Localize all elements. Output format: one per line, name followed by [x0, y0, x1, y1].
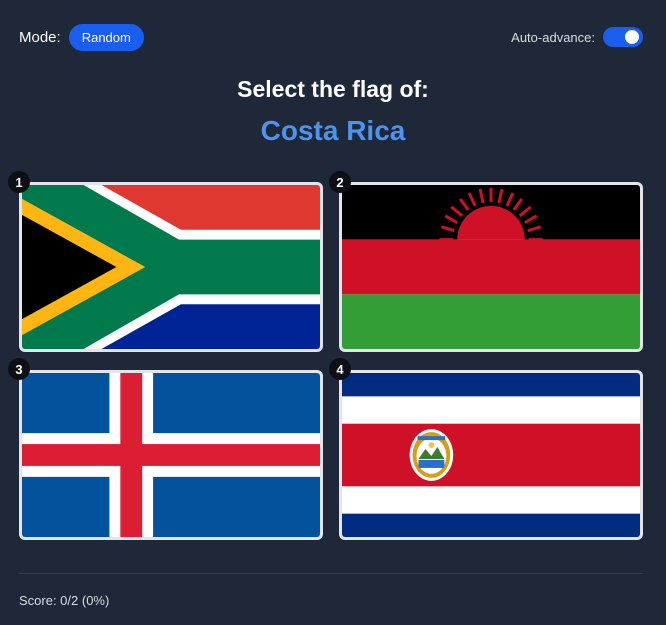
option-number-badge: 3: [8, 358, 30, 380]
auto-advance-label: Auto-advance:: [511, 29, 595, 45]
question-prompt: Select the flag of:: [237, 76, 429, 102]
flag-option-1[interactable]: [19, 182, 323, 352]
malawi-flag: [342, 185, 640, 349]
iceland-flag: [22, 373, 320, 537]
costa-rica-flag: [342, 373, 640, 537]
option-number-badge: 1: [8, 171, 30, 193]
auto-advance-group: Auto-advance:: [511, 27, 643, 47]
flag-option-3[interactable]: [19, 370, 323, 540]
target-country: Costa Rica: [260, 115, 406, 146]
mode-select-button[interactable]: Random: [68, 23, 144, 51]
top-bar: Mode: Random Auto-advance:: [19, 23, 643, 51]
option-number-badge: 4: [329, 358, 351, 380]
flag-option-2[interactable]: [339, 182, 643, 352]
option-number-badge: 2: [329, 171, 351, 193]
score-text: Score: 0/2 (0%): [19, 593, 110, 608]
auto-advance-toggle[interactable]: [603, 27, 643, 47]
mode-label: Mode:: [19, 28, 61, 46]
toggle-knob: [625, 30, 639, 44]
flag-option-4[interactable]: [339, 370, 643, 540]
mode-group: Mode: Random: [19, 23, 144, 51]
south-africa-flag: [22, 185, 320, 349]
footer-divider: [19, 573, 643, 574]
